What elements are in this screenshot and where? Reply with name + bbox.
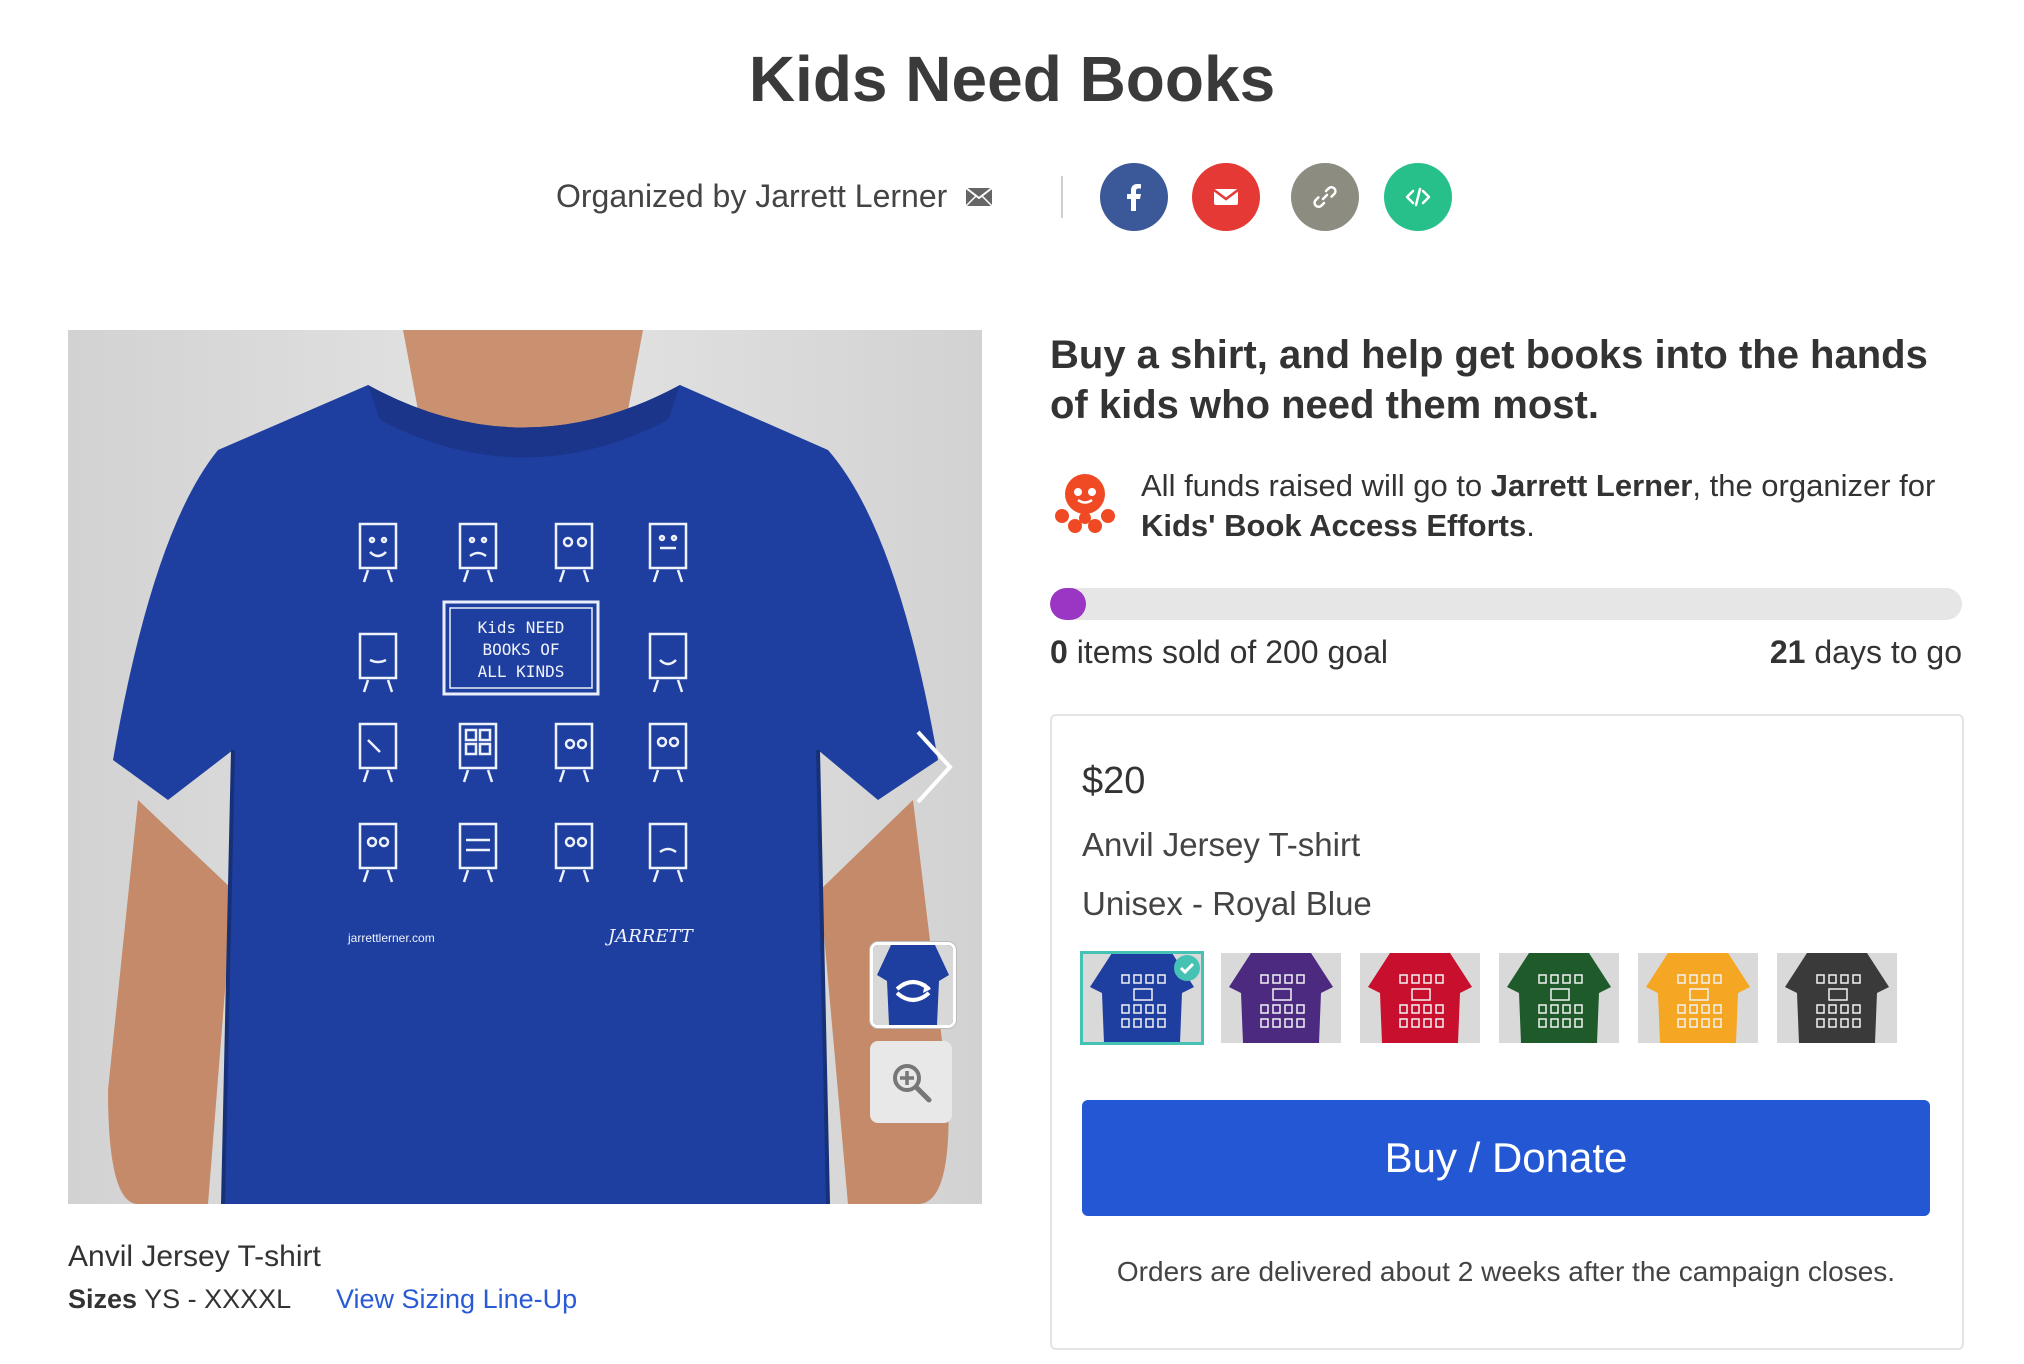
product-name: Anvil Jersey T-shirt <box>68 1240 321 1273</box>
color-swatch-charcoal[interactable] <box>1777 953 1897 1043</box>
days-count: 21 <box>1769 634 1806 670</box>
shirt-print-site: jarrettlerner.com <box>347 931 435 945</box>
items-sold: 0 items sold of 200 goal <box>1050 634 1388 671</box>
sizes-value: YS - XXXXL <box>144 1284 292 1314</box>
delivery-note: Orders are delivered about 2 weeks after… <box>1116 1256 1896 1287</box>
color-swatch-royal-blue[interactable] <box>1080 951 1204 1045</box>
funds-middle: , the organizer for <box>1692 468 1936 503</box>
zoom-in-icon <box>893 1064 932 1103</box>
product-image: Kids NEED BOOKS OF ALL KINDS jarrettlern… <box>68 330 982 1204</box>
link-icon <box>1313 186 1337 208</box>
funds-prefix: All funds raised will go to <box>1141 468 1491 503</box>
days-label: days to go <box>1805 634 1962 670</box>
organizer-octopus-logo-icon <box>1055 474 1115 533</box>
sold-label: items sold of 200 goal <box>1067 634 1388 670</box>
shirt-print-signature: JARRETT <box>604 926 695 947</box>
color-swatch-forest-green[interactable] <box>1499 953 1619 1043</box>
funds-statement: All funds raised will go to Jarrett Lern… <box>1141 466 1971 546</box>
style-name: Anvil Jersey T-shirt <box>1082 826 1361 863</box>
color-name: Unisex - Royal Blue <box>1082 885 1372 922</box>
buy-donate-button[interactable]: Buy / Donate <box>1082 1100 1930 1216</box>
view-sizing-link[interactable]: View Sizing Line-Up <box>336 1284 577 1315</box>
color-swatch-purple[interactable] <box>1221 953 1341 1043</box>
rotate-view-icon <box>873 945 953 1025</box>
progress-fill <box>1050 588 1086 620</box>
share-facebook-button[interactable] <box>1100 163 1168 231</box>
page-title: Kids Need Books <box>748 43 1276 115</box>
mail-icon <box>1213 189 1239 205</box>
share-embed-button[interactable] <box>1384 163 1452 231</box>
campaign-headline: Buy a shirt, and help get books into the… <box>1050 333 1928 427</box>
shirt-illustration: Kids NEED BOOKS OF ALL KINDS jarrettlern… <box>68 330 982 1204</box>
days-remaining: 21 days to go <box>1770 634 1962 671</box>
color-swatch-gold[interactable] <box>1638 953 1758 1043</box>
code-icon <box>1405 187 1431 207</box>
next-image-chevron-icon[interactable] <box>908 727 958 807</box>
selected-check-icon <box>1174 955 1200 981</box>
zoom-button[interactable] <box>870 1041 952 1123</box>
shirt-print-line-2: BOOKS OF <box>482 640 559 659</box>
shirt-print-line-1: Kids NEED <box>478 618 565 637</box>
funds-cause: Kids' Book Access Efforts <box>1141 508 1527 543</box>
funds-recipient: Jarrett Lerner <box>1490 468 1693 503</box>
contact-organizer-mail-icon[interactable] <box>965 186 993 207</box>
funds-suffix: . <box>1526 508 1535 543</box>
sizes-label: Sizes <box>68 1284 138 1314</box>
progress-bar <box>1050 588 1962 620</box>
share-link-button[interactable] <box>1291 163 1359 231</box>
shirt-print-line-3: ALL KINDS <box>478 662 565 681</box>
sold-count: 0 <box>1050 634 1068 670</box>
sizes-info: Sizes YS - XXXXL <box>68 1284 291 1315</box>
header-divider <box>1061 176 1063 218</box>
facebook-icon <box>1127 184 1141 211</box>
price: $20 <box>1082 760 1146 802</box>
back-view-thumbnail[interactable] <box>870 942 956 1028</box>
organizer-line: Organized by Jarrett Lerner <box>556 178 993 215</box>
share-email-button[interactable] <box>1192 163 1260 231</box>
color-swatch-red[interactable] <box>1360 953 1480 1043</box>
organizer-label: Organized by Jarrett Lerner <box>556 178 948 214</box>
